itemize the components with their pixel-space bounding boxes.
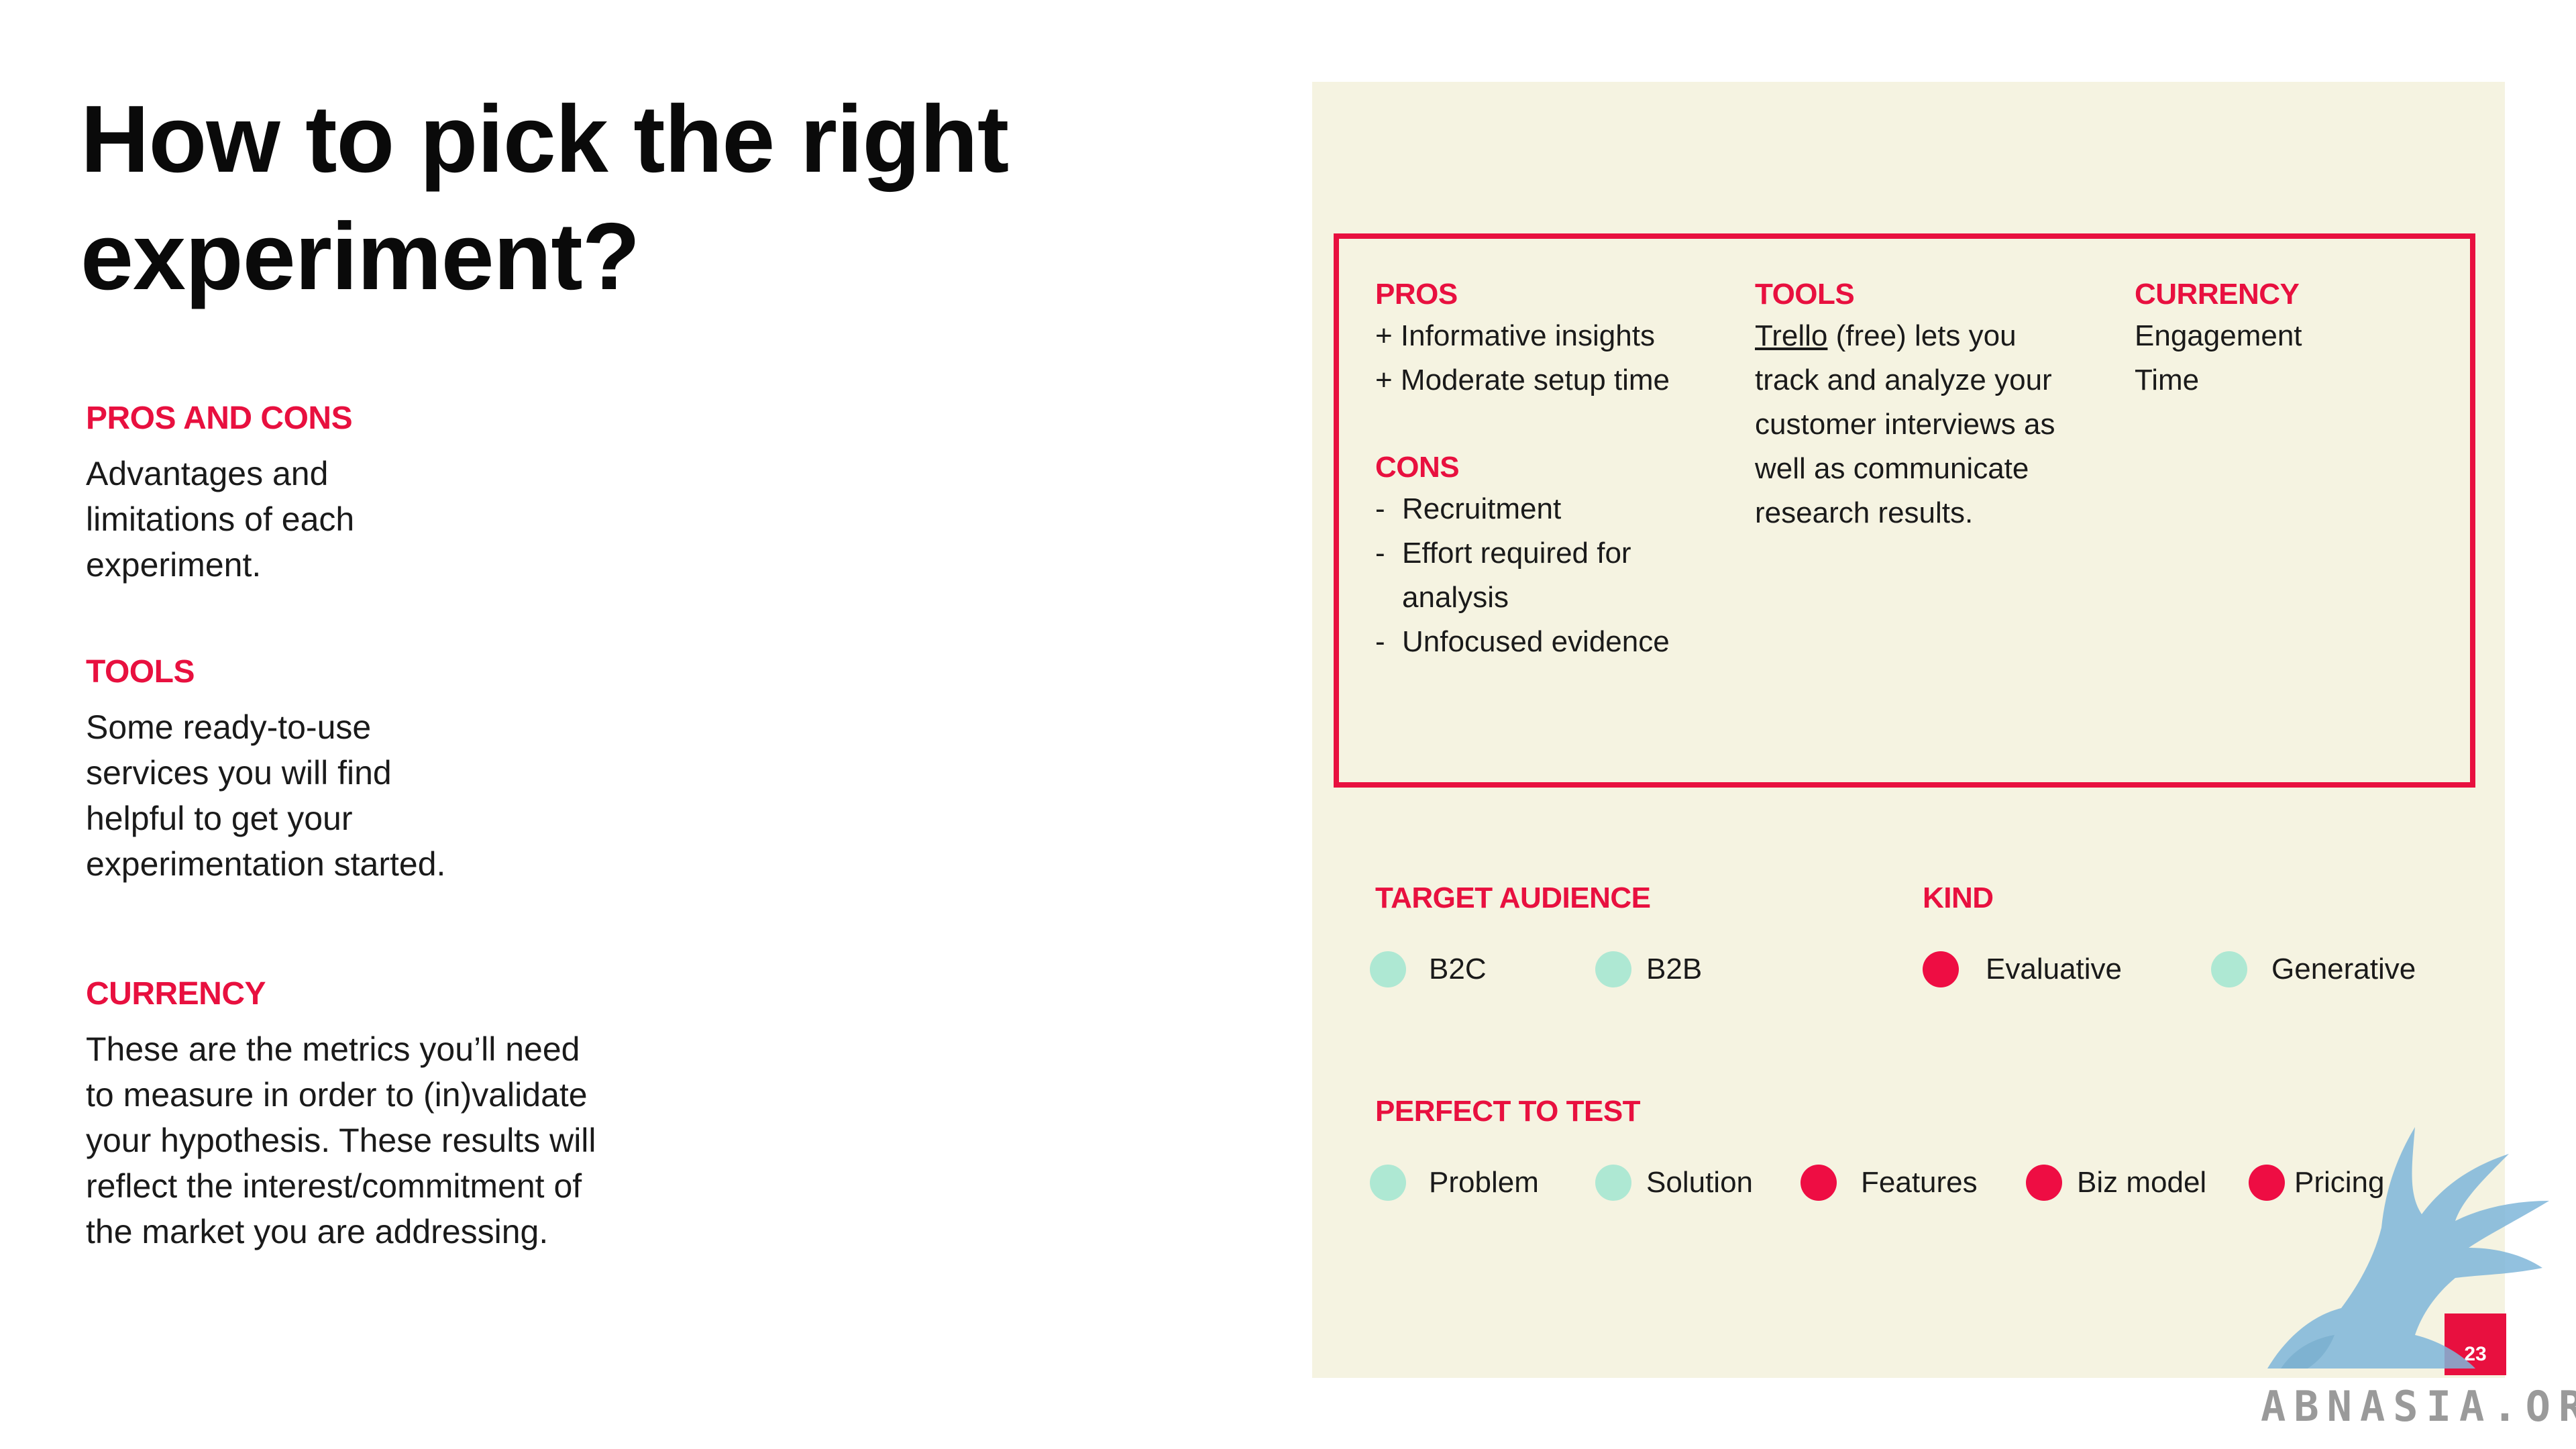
pros-heading: PROS	[1375, 278, 1458, 311]
cons-item: Effort required for	[1402, 537, 1631, 570]
perfect-to-test-heading: PERFECT TO TEST	[1375, 1095, 1641, 1128]
target-audience-heading: TARGET AUDIENCE	[1375, 881, 1651, 914]
solution-label: Solution	[1646, 1166, 1754, 1199]
cons-heading: CONS	[1375, 451, 1460, 484]
cons-bullet: -	[1375, 625, 1385, 658]
pros-cons-heading: PROS AND CONS	[86, 400, 353, 436]
trello-link[interactable]: Trello	[1755, 319, 1827, 352]
biz-model-indicator	[2026, 1165, 2062, 1201]
b2c-label: B2C	[1429, 953, 1487, 985]
watermark: ABNASIA.ORG	[2241, 1114, 2576, 1449]
currency-heading: CURRENCY	[86, 976, 266, 1012]
pros-item: + Moderate setup time	[1375, 364, 1670, 396]
card-tools-heading: TOOLS	[1755, 278, 1855, 311]
tools-text-rest: (free) lets you	[1827, 319, 2017, 352]
features-label: Features	[1861, 1166, 1978, 1199]
cons-item: Recruitment	[1402, 492, 1562, 525]
cons-bullet: -	[1375, 492, 1385, 525]
page-title-line-2: experiment?	[80, 203, 640, 310]
currency-item: Engagement	[2135, 319, 2302, 352]
tools-description: Some ready-to-use services you will find…	[86, 704, 445, 887]
biz-model-label: Biz model	[2077, 1166, 2207, 1199]
card-tools-line: track and analyze your	[1755, 364, 2052, 396]
description-line: to measure in order to (in)validate	[86, 1076, 588, 1114]
tools-heading: TOOLS	[86, 654, 195, 690]
problem-label: Problem	[1429, 1166, 1539, 1199]
evaluative-label: Evaluative	[1986, 953, 2123, 985]
description-line: limitations of each	[86, 500, 355, 538]
pros-cons-description: Advantages and limitations of each exper…	[86, 451, 354, 588]
currency-item: Time	[2135, 364, 2200, 396]
card-tools-line: customer interviews as	[1755, 408, 2055, 441]
card-currency-heading: CURRENCY	[2135, 278, 2300, 311]
description-line: the market you are addressing.	[86, 1213, 549, 1250]
features-indicator	[1801, 1165, 1837, 1201]
b2b-label: B2B	[1646, 953, 1703, 985]
griffin-logo-icon	[2267, 1127, 2549, 1368]
evaluative-indicator	[1923, 951, 1959, 987]
description-line: services you will find	[86, 754, 392, 792]
page-title-line-1: How to pick the right	[80, 86, 1009, 193]
b2b-indicator	[1595, 951, 1631, 987]
description-line: Advantages and	[86, 455, 329, 492]
pros-item: + Informative insights	[1375, 319, 1655, 352]
page-title: How to pick the right experiment?	[80, 80, 1087, 315]
currency-description: These are the metrics you’ll need to mea…	[86, 1026, 596, 1254]
watermark-text: ABNASIA.ORG	[2261, 1382, 2576, 1431]
description-line: experimentation started.	[86, 845, 446, 883]
cons-item: Unfocused evidence	[1402, 625, 1670, 658]
solution-indicator	[1595, 1165, 1631, 1201]
kind-heading: KIND	[1923, 881, 1994, 914]
card-tools-line: well as communicate	[1755, 452, 2029, 485]
cons-bullet: -	[1375, 537, 1385, 570]
description-line: Some ready-to-use	[86, 708, 372, 746]
problem-indicator	[1370, 1165, 1406, 1201]
description-line: These are the metrics you’ll need	[86, 1030, 580, 1068]
cons-item-continued: analysis	[1402, 581, 1509, 614]
card-tools-line: research results.	[1755, 496, 1974, 529]
description-line: reflect the interest/commitment of	[86, 1167, 582, 1205]
card-tools-text: Trello (free) lets you	[1755, 314, 2017, 358]
generative-label: Generative	[2271, 953, 2416, 985]
generative-indicator	[2211, 951, 2247, 987]
b2c-indicator	[1370, 951, 1406, 987]
description-line: helpful to get your	[86, 800, 353, 837]
description-line: experiment.	[86, 546, 262, 584]
description-line: your hypothesis. These results will	[86, 1122, 596, 1159]
